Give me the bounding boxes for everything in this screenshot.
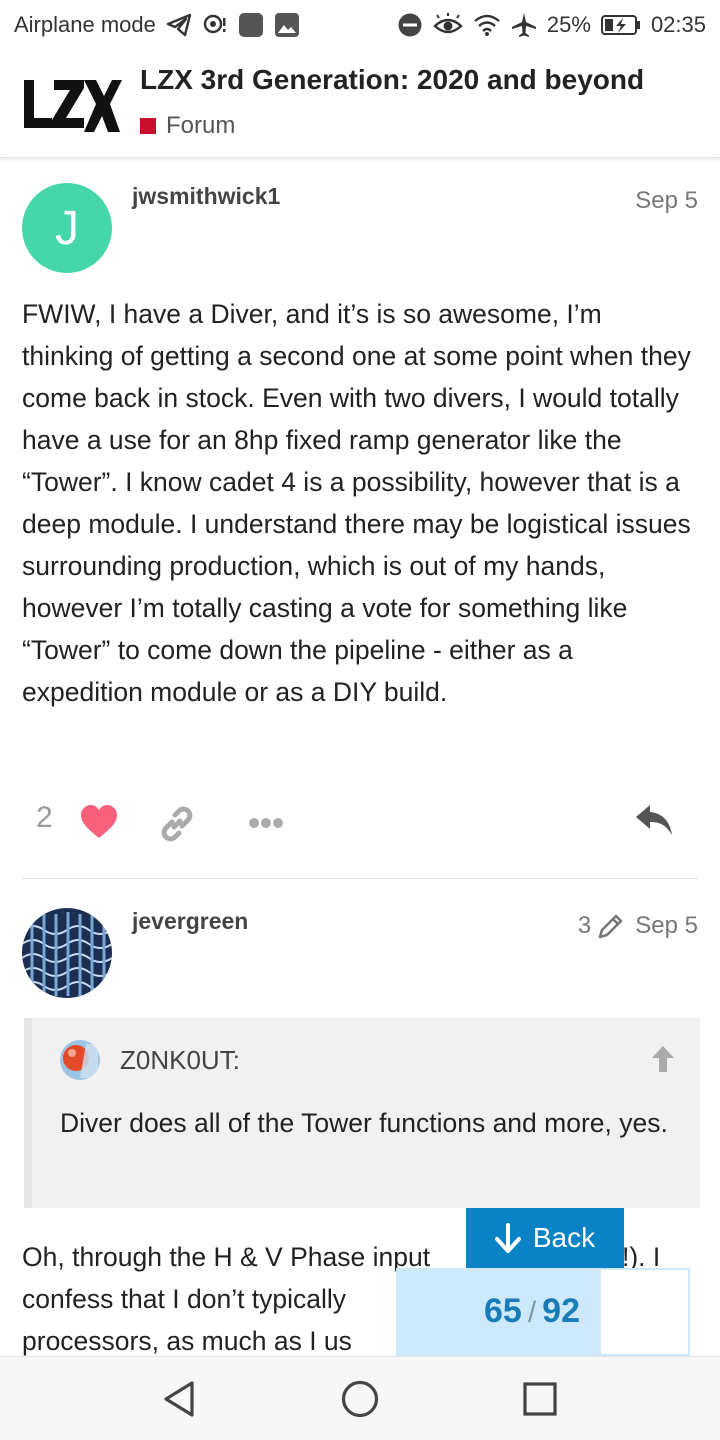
eye-icon	[433, 13, 463, 37]
progress-separator: /	[527, 1296, 537, 1329]
circle-home-icon	[341, 1380, 379, 1418]
post-date-label[interactable]: Sep 5	[635, 912, 698, 940]
post-date-label: Sep 5	[635, 187, 698, 214]
progress-text: 65 / 92	[484, 1292, 580, 1331]
post-username[interactable]: jevergreen	[132, 908, 248, 935]
post: J jwsmithwick1 Sep 5 FWIW, I have a Dive…	[22, 183, 698, 863]
reply-button[interactable]	[636, 805, 674, 837]
post: jevergreen 3 Sep 5	[22, 908, 698, 1018]
quote-block: Z0NK0UT: Diver does all of the Tower fun…	[24, 1018, 700, 1208]
like-button[interactable]	[80, 805, 118, 839]
telegram-icon	[166, 13, 192, 37]
dnd-icon	[397, 12, 423, 38]
post-body-line: Oh, through the H & V Phase input	[22, 1242, 431, 1272]
heart-icon	[81, 805, 117, 838]
quote-header[interactable]: Z0NK0UT:	[60, 1040, 240, 1080]
category-badge	[140, 118, 156, 134]
battery-icon	[600, 14, 641, 36]
quote-avatar	[60, 1040, 100, 1080]
back-label: Back	[532, 1222, 596, 1253]
arrow-down-icon	[494, 1223, 521, 1253]
category-label: Forum	[166, 112, 236, 139]
debug-icon	[202, 12, 228, 38]
topic-header: LZX 3rd Generation: 2020 and beyond Foru…	[0, 50, 720, 158]
reply-icon	[636, 805, 672, 835]
clock: 02:35	[650, 12, 706, 37]
like-count-label: 2	[36, 801, 53, 834]
square-recents-icon	[523, 1382, 557, 1416]
progress-current: 65	[484, 1292, 522, 1330]
avatar-letter: J	[22, 183, 112, 273]
quote-author: Z0NK0UT:	[120, 1044, 240, 1075]
progress-total: 92	[542, 1292, 580, 1330]
more-actions-button[interactable]	[248, 817, 284, 829]
airplane-mode-label: Airplane mode	[14, 12, 156, 37]
status-bar: Airplane mode 25% 02:35	[0, 0, 720, 50]
avatar[interactable]: J	[22, 183, 112, 273]
back-button[interactable]: Back	[466, 1208, 624, 1268]
jump-to-quote-button[interactable]	[648, 1044, 678, 1079]
post-divider	[22, 878, 698, 879]
quote-text: Diver does all of the Tower functions an…	[60, 1108, 668, 1138]
post-actions: 2	[22, 793, 698, 853]
topic-progress[interactable]: 65 / 92	[396, 1268, 690, 1356]
pencil-icon	[598, 914, 623, 939]
gallery-icon	[274, 12, 300, 38]
post-date[interactable]: Sep 5	[635, 187, 698, 215]
post-body: FWIW, I have a Diver, and it’s is so awe…	[22, 299, 691, 707]
nav-recents-button[interactable]	[520, 1379, 560, 1424]
ellipsis-icon	[249, 818, 283, 828]
post-username[interactable]: jwsmithwick1	[132, 183, 280, 210]
app-icon	[238, 12, 264, 38]
arrow-up-icon	[652, 1046, 674, 1072]
nav-back-button[interactable]	[160, 1379, 200, 1424]
like-count[interactable]: 2	[36, 801, 53, 835]
airplane-icon	[511, 12, 537, 38]
triangle-back-icon	[164, 1381, 194, 1417]
system-nav-bar	[0, 1356, 720, 1440]
category-link[interactable]: Forum	[140, 112, 235, 140]
share-link-button[interactable]	[158, 805, 196, 843]
edit-count[interactable]: 3	[578, 912, 591, 940]
topic-title[interactable]: LZX 3rd Generation: 2020 and beyond	[140, 64, 644, 96]
avatar[interactable]	[22, 908, 112, 998]
wifi-icon	[473, 13, 501, 37]
post-meta: 3 Sep 5	[578, 912, 698, 940]
battery-percent: 25%	[546, 12, 591, 37]
link-icon	[161, 806, 193, 842]
site-logo[interactable]	[22, 72, 122, 138]
nav-home-button[interactable]	[340, 1379, 380, 1424]
